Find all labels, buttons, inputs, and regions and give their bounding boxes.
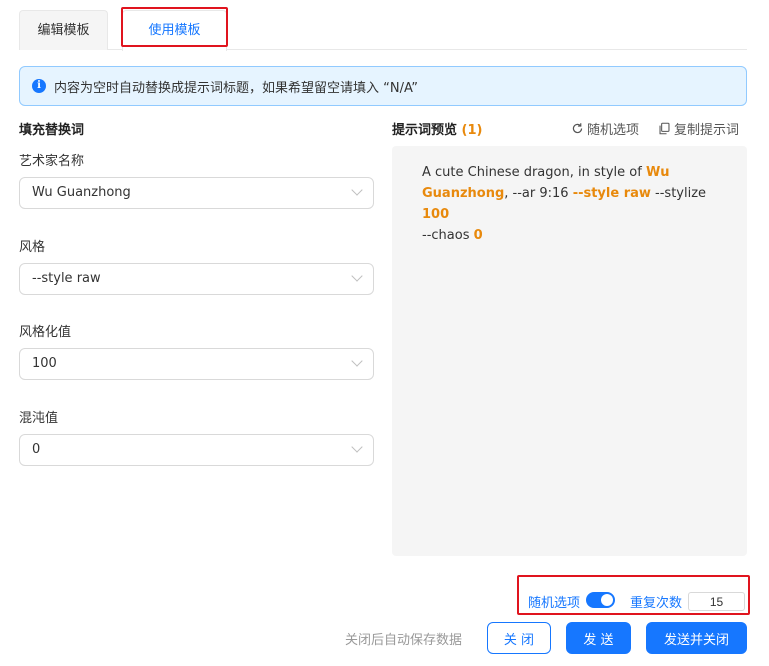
send-button[interactable]: 发 送	[566, 622, 631, 654]
field-label-artist: 艺术家名称	[19, 154, 85, 169]
copy-prompt-button[interactable]: 复制提示词	[658, 119, 739, 138]
copy-prompt-label: 复制提示词	[674, 123, 740, 138]
style-select-value: --style raw	[32, 271, 101, 286]
fill-section-title: 填充替换词	[19, 123, 85, 138]
chevron-down-icon	[351, 270, 363, 282]
tab-bar: 编辑模板 使用模板	[19, 10, 747, 51]
prompt-segment-highlight: --style raw	[572, 186, 651, 201]
field-label-style: 风格	[19, 240, 46, 255]
send-and-close-button[interactable]: 发送并关闭	[646, 622, 747, 654]
preview-title-text: 提示词预览	[392, 123, 458, 138]
stylize-select-value: 100	[32, 356, 57, 371]
tab-edit-template[interactable]: 编辑模板	[19, 10, 108, 50]
repeat-count-input[interactable]	[688, 592, 745, 611]
repeat-count-label: 重复次数	[630, 596, 683, 611]
chevron-down-icon	[351, 441, 363, 453]
close-button[interactable]: 关 闭	[487, 622, 551, 654]
style-select[interactable]: --style raw	[19, 263, 374, 295]
preview-count: (1)	[461, 123, 483, 138]
field-label-chaos: 混沌值	[19, 411, 59, 426]
copy-icon	[659, 122, 670, 135]
info-banner: i 内容为空时自动替换成提示词标题，如果希望留空请填入 “N/A”	[19, 66, 747, 106]
random-toggle-label: 随机选项	[528, 596, 581, 611]
artist-select-value: Wu Guanzhong	[32, 185, 131, 200]
chevron-down-icon	[351, 355, 363, 367]
chaos-select-value: 0	[32, 442, 41, 457]
info-text: 内容为空时自动替换成提示词标题，如果希望留空请填入 “N/A”	[54, 80, 418, 96]
random-options-button[interactable]: 随机选项	[571, 119, 639, 138]
info-icon: i	[32, 79, 46, 93]
toggle-knob	[601, 594, 613, 606]
chaos-select[interactable]: 0	[19, 434, 374, 466]
prompt-preview: A cute Chinese dragon, in style of Wu Gu…	[392, 146, 747, 556]
prompt-segment-highlight: 100	[422, 207, 450, 222]
artist-select[interactable]: Wu Guanzhong	[19, 177, 374, 209]
prompt-segment: --chaos	[422, 228, 474, 243]
tab-use-template[interactable]: 使用模板	[122, 10, 227, 51]
chevron-down-icon	[351, 184, 363, 196]
prompt-segment: , --ar 9:16	[504, 186, 573, 201]
stylize-select[interactable]: 100	[19, 348, 374, 380]
refresh-icon	[572, 123, 583, 134]
field-label-stylize: 风格化值	[19, 325, 72, 340]
random-options-label: 随机选项	[587, 123, 640, 138]
autosave-hint: 关闭后自动保存数据	[345, 633, 463, 648]
prompt-segment-highlight: 0	[473, 228, 483, 243]
prompt-segment: A cute Chinese dragon, in style of	[422, 165, 646, 180]
random-toggle[interactable]	[586, 592, 615, 608]
preview-title: 提示词预览 (1)	[392, 119, 482, 138]
prompt-segment: --stylize	[650, 186, 707, 201]
